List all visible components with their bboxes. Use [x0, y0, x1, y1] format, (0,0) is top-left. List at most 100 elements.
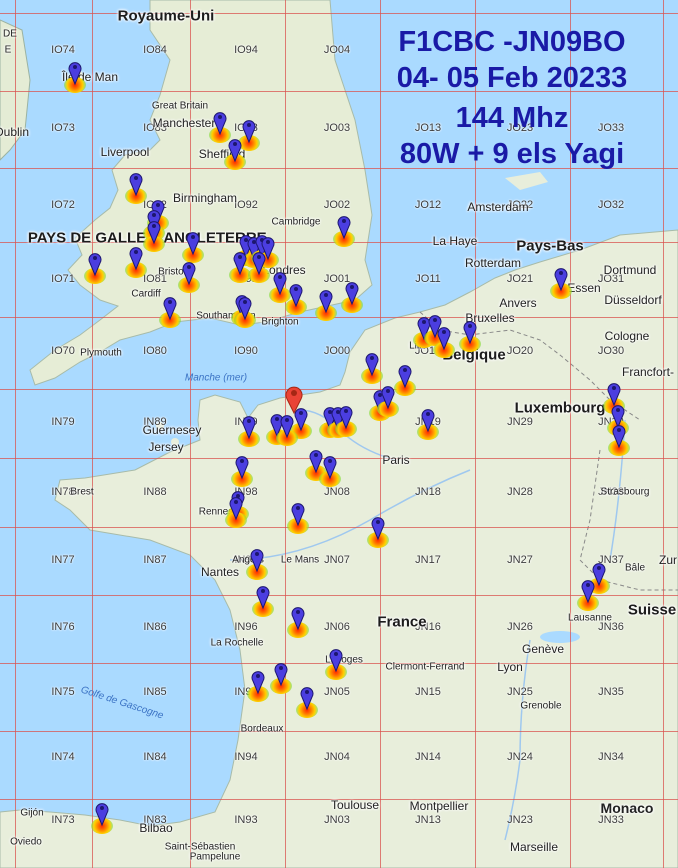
pin-icon: [252, 251, 266, 276]
pin-icon: [339, 405, 353, 430]
place-manchester: Manchester: [152, 116, 216, 130]
pin-icon: [228, 138, 242, 163]
locator-io84: IO84: [143, 44, 167, 56]
locator-jn18: JN18: [415, 486, 441, 498]
place-bilbao: Bilbao: [139, 821, 173, 835]
place-monaco: Monaco: [600, 800, 654, 816]
locator-in96: IN96: [234, 621, 258, 633]
place-liverpool: Liverpool: [100, 145, 150, 159]
locator-jo02: JO02: [323, 199, 351, 211]
place-essen: Essen: [567, 281, 601, 295]
place-nantes: Nantes: [200, 565, 240, 579]
pin-icon: [273, 271, 287, 296]
locator-jn15: JN15: [415, 686, 441, 698]
title-band: 144 Mhz: [455, 102, 569, 134]
locator-jn35: JN35: [598, 686, 624, 698]
place-plymouth: Plymouth: [80, 347, 122, 359]
pin-icon: [163, 296, 177, 321]
place-cambridge: Cambridge: [271, 216, 321, 228]
pin-icon: [256, 585, 270, 610]
pin-icon: [238, 296, 252, 321]
place-pays-bas: Pays-Bas: [516, 237, 584, 255]
place-france: France: [377, 613, 427, 631]
pin-icon: [274, 662, 288, 687]
locator-jn26: JN26: [507, 621, 533, 633]
pin-icon: [242, 119, 256, 144]
locator-in88: IN88: [143, 486, 167, 498]
place-dublin: Dublin: [0, 125, 30, 139]
pin-icon: [250, 548, 264, 573]
qso-map[interactable]: IO74IO84IO94JO04IO73IO83IO93JO03JO13JO23…: [0, 0, 678, 868]
locator-jn24: JN24: [507, 751, 533, 763]
locator-jo32: JO32: [597, 199, 625, 211]
pin-icon: [251, 670, 265, 695]
place-lausanne: Lausanne: [568, 612, 612, 624]
locator-io73: IO73: [51, 122, 75, 134]
locator-jn08: JN08: [324, 486, 350, 498]
place-anvers: Anvers: [499, 296, 537, 310]
pin-icon: [323, 455, 337, 480]
place-pampelune: Pampelune: [189, 851, 241, 863]
place-grenoble: Grenoble: [520, 700, 562, 712]
place-de: DE: [3, 28, 17, 40]
place-francfort-: Francfort-: [621, 365, 675, 379]
locator-io71: IO71: [51, 273, 75, 285]
locator-in93: IN93: [234, 814, 258, 826]
pin-icon: [235, 455, 249, 480]
pin-icon: [381, 385, 395, 410]
locator-jn17: JN17: [415, 554, 441, 566]
locator-in84: IN84: [143, 751, 167, 763]
place-la-haye: La Haye: [432, 234, 478, 248]
locator-jo33: JO33: [597, 122, 625, 134]
pin-icon: [581, 579, 595, 604]
place-great-britain: Great Britain: [151, 100, 209, 112]
pin-icon: [129, 246, 143, 271]
pin-icon: [309, 449, 323, 474]
map-pin-icon: [284, 384, 304, 415]
place-marseille: Marseille: [509, 840, 559, 854]
locator-jo13: JO13: [414, 122, 442, 134]
locator-in75: IN75: [51, 686, 75, 698]
locator-in85: IN85: [143, 686, 167, 698]
place-strasbourg: Strasbourg: [600, 486, 650, 498]
title-callsign-locator: F1CBC -JN09BO: [398, 26, 626, 58]
pin-icon: [300, 686, 314, 711]
locator-jo11: JO11: [415, 273, 441, 285]
place-clermont-ferrand: Clermont-Ferrand: [385, 661, 465, 673]
place-birmingham: Birmingham: [172, 191, 238, 205]
place-d-sseldorf: Düsseldorf: [604, 293, 662, 307]
locator-in86: IN86: [143, 621, 167, 633]
locator-jn28: JN28: [507, 486, 533, 498]
locator-jo21: JO21: [506, 273, 534, 285]
pin-icon: [421, 408, 435, 433]
pin-icon: [398, 364, 412, 389]
pin-icon: [345, 281, 359, 306]
locator-io92: IO92: [234, 199, 258, 211]
place-le-mans: Le Mans: [280, 554, 320, 566]
place-toulouse: Toulouse: [330, 798, 380, 812]
place-paris: Paris: [382, 453, 410, 467]
pin-icon: [182, 261, 196, 286]
locator-jn29: JN29: [507, 416, 533, 428]
place-guernesey: Guernesey: [142, 423, 202, 437]
place-amsterdam: Amsterdam: [467, 200, 529, 214]
pin-icon: [463, 320, 477, 345]
locator-in76: IN76: [51, 621, 75, 633]
pin-icon: [365, 352, 379, 377]
place-oviedo: Oviedo: [10, 836, 42, 848]
place-bordeaux: Bordeaux: [240, 723, 284, 735]
place-cologne: Cologne: [604, 329, 650, 343]
pin-icon: [291, 606, 305, 631]
pin-icon: [186, 231, 200, 256]
locator-jn03: JN03: [324, 814, 350, 826]
locator-io90: IO90: [234, 345, 258, 357]
locator-in87: IN87: [143, 554, 167, 566]
place-e: E: [4, 44, 12, 56]
place-dortmund: Dortmund: [603, 263, 657, 277]
pin-icon: [437, 326, 451, 351]
title-equipment: 80W + 9 els Yagi: [399, 138, 625, 170]
locator-jn34: JN34: [598, 751, 624, 763]
place-zur: Zur: [659, 553, 677, 567]
pin-icon: [289, 283, 303, 308]
pin-icon: [554, 267, 568, 292]
